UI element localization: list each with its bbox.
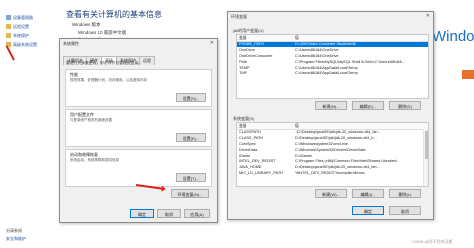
header-variable: 变量 [239,36,247,40]
sidebar-item-advanced-settings[interactable]: 高级系统设置 [6,42,37,48]
table-header: 变量 值 [237,35,428,42]
edition-value: Windows 10 家庭中文版 [78,30,127,35]
environment-variables-dialog: 环境变量 ✕ jdk的用户变量(U) 变量 值 FROBE_PATH D:\JD… [227,11,434,220]
device-manager-icon [6,15,11,21]
table-row[interactable]: OneDrive C:\Users\86184\OneDrive [237,48,428,53]
system-delete-button[interactable]: 删除(L) [389,189,421,198]
table-row[interactable]: CLASS_PATH D:\Desktop\java\SE\jdk\jdk-20… [237,136,428,141]
user-variables-table: 变量 值 FROBE_PATH D:\JDE\Video Converter S… [236,34,429,99]
profile-settings-button[interactable]: 设置(E)... [176,133,206,142]
system-new-button[interactable]: 新建(W)... [315,189,347,198]
ok-button[interactable]: 确定 [130,209,154,218]
table-row[interactable]: CLASSPATH .;D:\Desktop\javaSE\jdk\jdk-20… [237,130,428,135]
group-description: 视觉效果，处理器计划，内存使用，以及虚拟内存 [70,78,147,82]
page-title: 查看有关计算机的基本信息 [66,10,162,19]
table-row[interactable]: TMP C:\Users\86184\AppData\Local\Temp [237,71,428,76]
sidebar-item-device-manager[interactable]: 设备管理器 [6,15,33,21]
ok-button[interactable]: 确定 [352,206,384,215]
table-row[interactable]: OneDriveConsumer C:\Users\86184\OneDrive [237,54,428,59]
table-row[interactable]: ComSpec C:\Windows\system32\cmd.exe [237,142,428,147]
shield-icon [6,24,11,30]
table-row[interactable]: Path C:\Program Files\MySQL\MySQL Shell … [237,59,428,64]
see-also-label: 另请参阅 [6,228,22,233]
tab-bar: 计算机名 硬件 高级 系统保护 远程 [63,49,155,65]
dialog-title: 环境变量 [231,14,247,19]
app-badge-icon [462,70,474,79]
table-row[interactable]: DriverData C:\Windows\System32\Drivers\D… [237,147,428,152]
system-variables-table: 变量 值 CLASSPATH .;D:\Desktop\javaSE\jdk\j… [236,122,429,187]
group-description: 系统启动、系统故障和调试信息 [70,158,119,162]
performance-group: 性能 视觉效果，处理器计划，内存使用，以及虚拟内存 设置(S)... [65,69,212,107]
table-row[interactable]: iGame D:\iGame\ [237,153,428,158]
environment-variables-button[interactable]: 环境变量(N)... [171,189,209,198]
admin-note: 要进行大多数更改，你必须作为管理员登录。 [66,61,142,65]
group-description: 与登录帐户相关的桌面设置 [70,118,112,122]
scrollbar-thumb[interactable] [424,131,428,159]
header-variable: 变量 [239,124,247,128]
close-icon[interactable]: ✕ [210,40,214,46]
table-row[interactable]: JAVA_HOME D:\Desktop\java\SE\jdk\jdk-20_… [237,165,428,170]
header-value: 值 [295,36,299,40]
performance-settings-button[interactable]: 设置(S)... [176,93,206,102]
table-row[interactable]: FROBE_PATH D:\JDE\Video Converter Studio… [237,42,428,48]
user-edit-button[interactable]: 编辑(E)... [352,101,384,110]
user-profiles-group: 用户配置文件 与登录帐户相关的桌面设置 设置(E)... [65,109,212,147]
cancel-button[interactable]: 取消 [389,206,421,215]
table-header: 变量 值 [237,123,428,130]
watermark: CSDN @咕不住的汉斯 [412,239,453,244]
cancel-button[interactable]: 取消 [157,209,181,218]
table-row[interactable]: TEMP C:\Users\86184\AppData\Local\Temp [237,65,428,70]
header-value: 值 [295,124,299,128]
system-properties-dialog: 系统属性 ✕ 计算机名 硬件 高级 系统保护 远程 要进行大多数更改，你必须作为管理员登… [59,38,218,223]
dialog-title: 系统属性 [63,41,79,46]
user-new-button[interactable]: 新建(N)... [315,101,347,110]
shield-icon [6,33,11,39]
sidebar-item-remote-settings[interactable]: 远程设置 [6,24,29,30]
close-icon[interactable]: ✕ [426,13,430,19]
system-variables-scrollbar[interactable] [423,129,428,186]
sidebar-item-system-protection[interactable]: 系统保护 [6,33,29,39]
windows-logo-text: Windows [432,28,474,45]
edition-header: Windows 版本 [72,22,101,27]
user-delete-button[interactable]: 删除(D) [389,101,421,110]
system-edit-button[interactable]: 编辑(I)... [352,189,384,198]
table-row[interactable]: MIC_LD_LIBRARY_PATH %INTEL_DEV_REDIST%co… [237,171,428,176]
table-row[interactable]: INTEL_DEV_REDIST C:\Program Files (x86)\… [237,159,428,164]
sidebar-item-security[interactable]: 安全和维护 [6,236,26,242]
startup-settings-button[interactable]: 设置(T)... [176,173,206,182]
startup-recovery-group: 启动和故障恢复 系统启动、系统故障和调试信息 设置(T)... [65,149,212,187]
apply-button[interactable]: 应用(A) [184,209,210,218]
